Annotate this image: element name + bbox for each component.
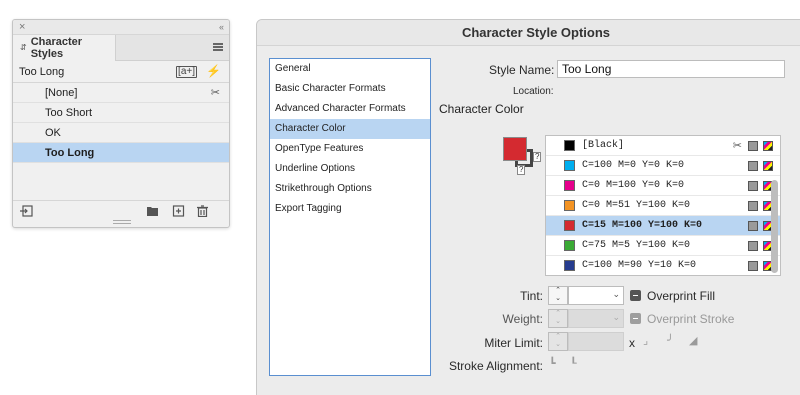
nav-item-advanced-character-formats[interactable]: Advanced Character Formats xyxy=(270,99,430,119)
style-item[interactable]: Too Short xyxy=(13,103,229,123)
style-item[interactable]: [None] ✂ xyxy=(13,83,229,103)
tab-character-styles[interactable]: ⇵ Character Styles xyxy=(13,35,116,61)
no-edit-icon: ✂ xyxy=(732,139,742,152)
collapse-icon[interactable]: ‹‹ xyxy=(219,20,224,35)
section-title: Character Color xyxy=(439,102,524,116)
overprint-fill-checkbox[interactable] xyxy=(630,290,641,301)
nav-item-strikethrough-options[interactable]: Strikethrough Options xyxy=(270,179,430,199)
panel-menu-icon[interactable] xyxy=(213,43,223,51)
weight-input: ⌄ xyxy=(568,309,624,328)
swatch-scrollbar[interactable] xyxy=(771,180,778,273)
overprint-fill-label: Overprint Fill xyxy=(647,289,716,303)
process-color-icon xyxy=(748,161,758,171)
stroke-alignment-label: Stroke Alignment: xyxy=(448,359,543,373)
tab-label: Character Styles xyxy=(30,36,83,60)
swatch-row[interactable]: [Black] ✂ xyxy=(546,136,780,156)
stroke-question-icon: ? xyxy=(517,165,526,175)
tint-input[interactable]: ⌄ xyxy=(568,286,624,305)
swatch-color-chip xyxy=(564,160,575,171)
miter-x-label: x xyxy=(629,336,635,350)
weight-label: Weight: xyxy=(502,312,543,326)
nav-item-character-color[interactable]: Character Color xyxy=(270,119,430,139)
panel-tab-row: ⇵ Character Styles xyxy=(13,35,229,61)
chevron-down-icon: ⌄ xyxy=(612,312,620,322)
options-nav-list: General Basic Character Formats Advanced… xyxy=(269,58,431,376)
miter-limit-input xyxy=(568,332,624,351)
bevel-join-icon: ◢ xyxy=(689,334,698,347)
new-style-icon-text: a+ xyxy=(180,66,193,77)
process-color-icon xyxy=(748,221,758,231)
current-style-name: Too Long xyxy=(19,65,65,78)
chevron-down-icon[interactable]: ⌄ xyxy=(612,289,620,300)
weight-stepper: ⌃ ⌄ xyxy=(548,309,568,328)
fill-stroke-proxy[interactable]: ? ? xyxy=(501,137,543,179)
new-style-from-selection-icon[interactable]: [a+] xyxy=(176,66,197,78)
character-styles-panel: × ‹‹ ⇵ Character Styles Too Long [a+] ⚡ … xyxy=(12,19,230,228)
location-label: Location: xyxy=(513,86,554,97)
fill-swatch[interactable] xyxy=(503,137,527,161)
tab-arrows-icon: ⇵ xyxy=(20,43,27,52)
nav-item-general[interactable]: General xyxy=(270,59,430,79)
character-style-options-dialog: Character Style Options General Basic Ch… xyxy=(256,19,800,395)
cmyk-icon xyxy=(763,141,773,151)
swatch-list: [Black] ✂ C=100 M=0 Y=0 K=0 C=0 M=100 Y=… xyxy=(545,135,781,276)
style-item-label: Too Long xyxy=(45,146,95,159)
cmyk-icon xyxy=(763,161,773,171)
miter-limit-stepper: ⌃ ⌄ xyxy=(548,332,568,351)
align-center-icon: ┗ xyxy=(549,357,556,370)
miter-join-icon: ⌟ xyxy=(643,334,649,347)
swatch-color-chip xyxy=(564,200,575,211)
load-styles-icon[interactable] xyxy=(20,205,33,217)
process-color-icon xyxy=(748,241,758,251)
miter-limit-label: Miter Limit: xyxy=(484,336,543,350)
swatch-row[interactable]: C=100 M=90 Y=10 K=0 xyxy=(546,256,780,275)
swatch-color-chip xyxy=(564,260,575,271)
current-style-header: Too Long [a+] ⚡ xyxy=(13,61,229,83)
round-join-icon: ╯ xyxy=(667,334,674,347)
close-icon[interactable]: × xyxy=(19,20,25,35)
swatch-row[interactable]: C=0 M=51 Y=100 K=0 xyxy=(546,196,780,216)
quick-apply-icon[interactable]: ⚡ xyxy=(206,64,221,78)
panel-topbar: × ‹‹ xyxy=(13,20,229,35)
nav-item-underline-options[interactable]: Underline Options xyxy=(270,159,430,179)
swatch-color-chip xyxy=(564,220,575,231)
dialog-title: Character Style Options xyxy=(257,20,800,46)
nav-item-opentype-features[interactable]: OpenType Features xyxy=(270,139,430,159)
process-color-icon xyxy=(748,201,758,211)
folder-icon[interactable] xyxy=(146,205,159,217)
new-style-icon[interactable] xyxy=(172,205,185,217)
tint-stepper[interactable]: ⌃ ⌄ xyxy=(548,286,568,305)
style-list: [None] ✂ Too Short OK Too Long xyxy=(13,83,229,181)
swatch-row-selected[interactable]: C=15 M=100 Y=100 K=0 xyxy=(546,216,780,236)
swatch-color-chip xyxy=(564,180,575,191)
style-item-selected[interactable]: Too Long xyxy=(13,143,229,163)
overprint-stroke-label: Overprint Stroke xyxy=(647,312,735,326)
resize-grip[interactable] xyxy=(113,220,131,224)
swatch-color-chip xyxy=(564,240,575,251)
delete-icon[interactable] xyxy=(196,205,209,217)
swatch-color-chip xyxy=(564,140,575,151)
style-item[interactable]: OK xyxy=(13,123,229,143)
nav-item-basic-character-formats[interactable]: Basic Character Formats xyxy=(270,79,430,99)
swatch-row[interactable]: C=0 M=100 Y=0 K=0 xyxy=(546,176,780,196)
no-edit-icon: ✂ xyxy=(210,87,220,99)
tint-label: Tint: xyxy=(520,289,543,303)
style-item-label: OK xyxy=(45,126,61,139)
align-outside-icon: ┖ xyxy=(570,357,577,370)
process-color-icon xyxy=(748,141,758,151)
style-item-label: [None] xyxy=(45,86,78,99)
panel-footer xyxy=(13,200,229,222)
fill-question-icon: ? xyxy=(533,152,542,162)
style-name-label: Style Name: xyxy=(489,63,555,77)
process-color-icon xyxy=(748,261,758,271)
overprint-stroke-checkbox xyxy=(630,313,641,324)
nav-item-export-tagging[interactable]: Export Tagging xyxy=(270,199,430,219)
style-item-label: Too Short xyxy=(45,106,93,119)
swatch-row[interactable]: C=100 M=0 Y=0 K=0 xyxy=(546,156,780,176)
process-color-icon xyxy=(748,181,758,191)
style-name-input[interactable] xyxy=(557,60,785,78)
swatch-row[interactable]: C=75 M=5 Y=100 K=0 xyxy=(546,236,780,256)
